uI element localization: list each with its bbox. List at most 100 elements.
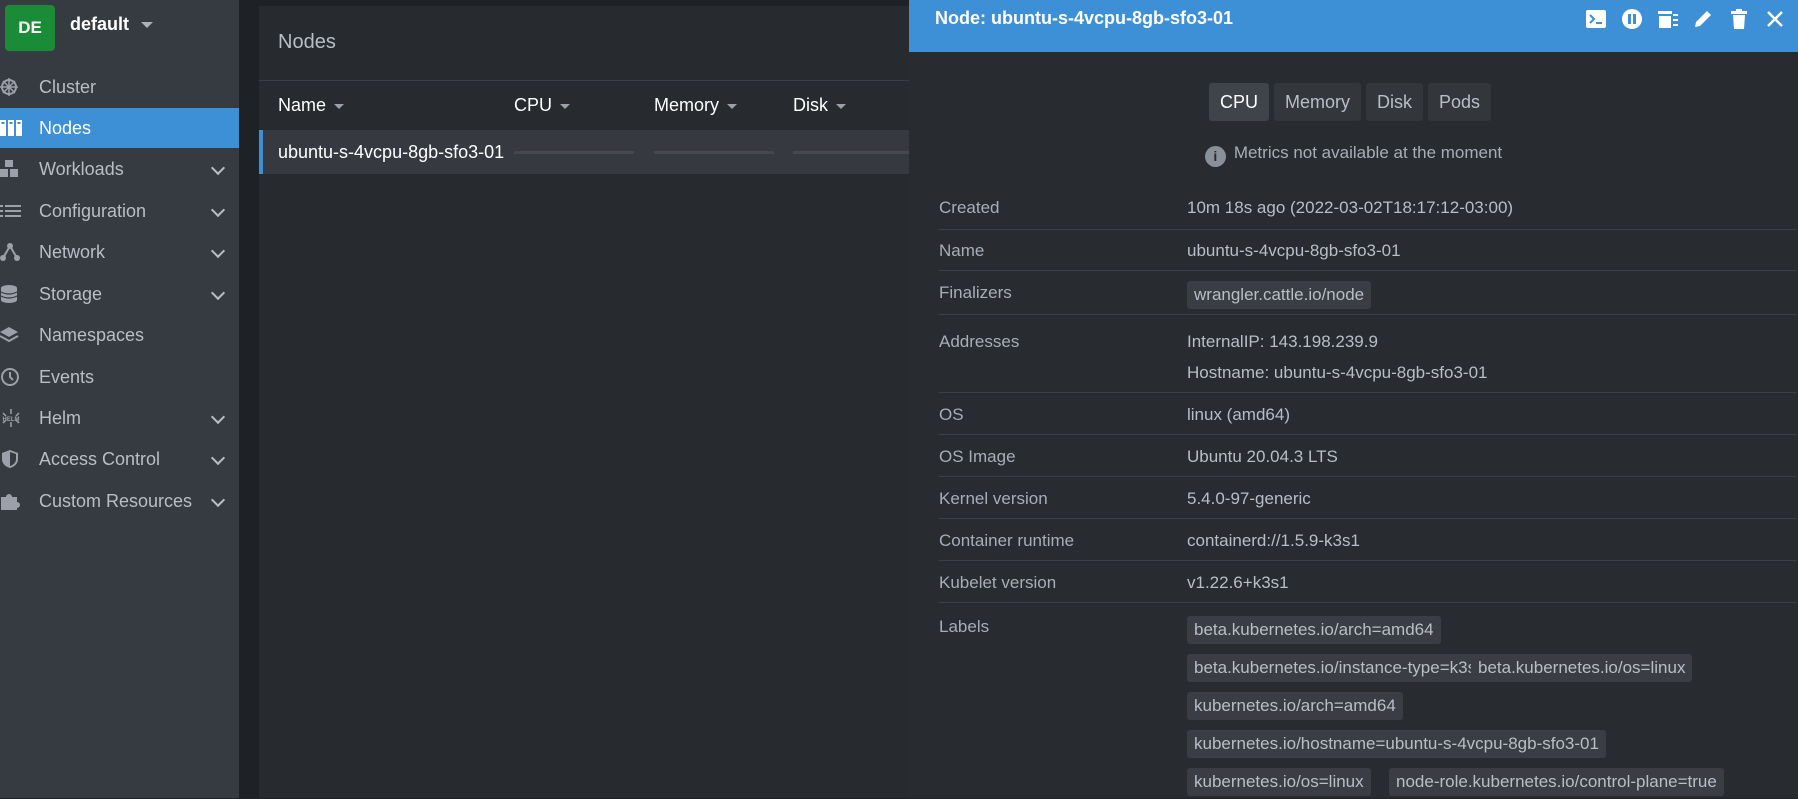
sidebar-item-label: Helm bbox=[39, 407, 82, 428]
detail-row-finalizers: Finalizers wrangler.cattle.io/node bbox=[939, 270, 1796, 315]
detail-row-kubelet-version: Kubelet version v1.22.6+k3s1 bbox=[939, 560, 1796, 603]
sidebar-item-access-control[interactable]: Access Control bbox=[0, 439, 239, 479]
caret-down-icon bbox=[141, 22, 153, 28]
drawer-header: Node: ubuntu-s-4vcpu-8gb-sfo3-01 bbox=[909, 0, 1798, 52]
metrics-tabs: CPU Memory Disk Pods bbox=[1209, 83, 1492, 121]
cluster-selector[interactable]: DE default bbox=[0, 0, 239, 52]
pause-icon[interactable] bbox=[1621, 8, 1643, 30]
metrics-unavailable-message: i Metrics not available at the moment bbox=[909, 143, 1798, 167]
sidebar-item-label: Storage bbox=[39, 283, 103, 304]
list-icon bbox=[0, 205, 21, 217]
label-badge: node-role.kubernetes.io/control-plane=tr… bbox=[1389, 768, 1724, 796]
detail-value: 10m 18s ago (2022-03-02T18:17:12-03:00) bbox=[1187, 198, 1514, 217]
trash-icon[interactable] bbox=[1728, 8, 1750, 30]
terminal-icon[interactable] bbox=[1585, 8, 1607, 30]
detail-value: Ubuntu 20.04.3 LTS bbox=[1187, 447, 1338, 466]
drain-icon[interactable] bbox=[1657, 8, 1679, 30]
chevron-down-icon bbox=[210, 285, 226, 301]
column-header-memory[interactable]: Memory bbox=[654, 95, 738, 116]
label-badge: kubernetes.io/arch=amd64 bbox=[1187, 692, 1403, 720]
detail-row-labels: Labels beta.kubernetes.io/arch=amd64 bet… bbox=[939, 602, 1796, 799]
column-header-cpu[interactable]: CPU bbox=[514, 95, 571, 116]
helm-wheel-icon bbox=[0, 78, 18, 96]
info-icon: i bbox=[1204, 146, 1226, 167]
label-badge: kubernetes.io/hostname=ubuntu-s-4vcpu-8g… bbox=[1187, 730, 1606, 758]
sidebar-item-label: Workloads bbox=[39, 158, 124, 179]
detail-value: ubuntu-s-4vcpu-8gb-sfo3-01 bbox=[1187, 241, 1401, 260]
page-title: Nodes bbox=[278, 31, 336, 53]
column-header-name[interactable]: Name bbox=[278, 95, 345, 116]
chevron-down-icon bbox=[210, 450, 226, 466]
database-icon bbox=[0, 285, 18, 303]
tab-memory[interactable]: Memory bbox=[1274, 83, 1362, 121]
sidebar-item-helm[interactable]: HELM Helm bbox=[0, 398, 239, 438]
column-header-label: Disk bbox=[793, 95, 828, 115]
cluster-name: default bbox=[70, 14, 130, 34]
layers-icon bbox=[0, 327, 19, 343]
sidebar-item-label: Nodes bbox=[39, 117, 92, 138]
main-content: Nodes 1 Name CPU Memory Disk ubuntu-s-4v… bbox=[239, 0, 929, 798]
sidebar-item-workloads[interactable]: Workloads bbox=[0, 149, 239, 189]
sidebar-item-custom-resources[interactable]: Custom Resources bbox=[0, 481, 239, 521]
detail-label: Container runtime bbox=[939, 531, 1075, 550]
sidebar-item-label: Cluster bbox=[39, 76, 97, 97]
tab-disk[interactable]: Disk bbox=[1366, 83, 1424, 121]
address-hostname: Hostname: ubuntu-s-4vcpu-8gb-sfo3-01 bbox=[1187, 363, 1488, 382]
svg-text:HELM: HELM bbox=[3, 417, 20, 423]
column-header-disk[interactable]: Disk bbox=[793, 95, 846, 116]
puzzle-icon bbox=[1, 494, 20, 510]
detail-label: Name bbox=[939, 241, 985, 260]
detail-value: containerd://1.5.9-k3s1 bbox=[1187, 531, 1360, 550]
detail-label: Labels bbox=[939, 617, 990, 636]
sort-icon bbox=[560, 103, 571, 109]
metrics-message-text: Metrics not available at the moment bbox=[1233, 143, 1503, 162]
label-badge: beta.kubernetes.io/arch=amd64 bbox=[1187, 616, 1441, 644]
column-header-label: CPU bbox=[514, 95, 553, 115]
memory-usage-bar bbox=[654, 151, 774, 154]
detail-value: v1.22.6+k3s1 bbox=[1187, 573, 1289, 592]
detail-value: linux (amd64) bbox=[1187, 405, 1290, 424]
divider bbox=[259, 80, 929, 81]
sidebar-item-events[interactable]: Events bbox=[0, 357, 239, 397]
chevron-down-icon bbox=[210, 160, 226, 176]
detail-row-container-runtime: Container runtime containerd://1.5.9-k3s… bbox=[939, 518, 1796, 561]
detail-label: Kubelet version bbox=[939, 573, 1057, 592]
chevron-down-icon bbox=[210, 492, 226, 508]
tab-pods[interactable]: Pods bbox=[1428, 83, 1492, 121]
cubes-icon bbox=[0, 160, 18, 177]
tab-cpu[interactable]: CPU bbox=[1209, 83, 1270, 121]
table-row[interactable]: ubuntu-s-4vcpu-8gb-sfo3-01 bbox=[259, 130, 929, 174]
detail-row-os: OS linux (amd64) bbox=[939, 392, 1796, 435]
detail-label: OS bbox=[939, 405, 964, 424]
detail-label: Finalizers bbox=[939, 283, 1012, 302]
node-name: ubuntu-s-4vcpu-8gb-sfo3-01 bbox=[278, 142, 505, 162]
drawer-title: Node: ubuntu-s-4vcpu-8gb-sfo3-01 bbox=[935, 8, 1234, 28]
edit-icon[interactable] bbox=[1692, 8, 1714, 30]
column-header-label: Memory bbox=[654, 95, 720, 115]
nodes-icon bbox=[0, 120, 22, 136]
sidebar-item-label: Events bbox=[39, 366, 95, 387]
sidebar-item-label: Custom Resources bbox=[39, 490, 193, 511]
detail-value: 5.4.0-97-generic bbox=[1187, 489, 1311, 508]
sidebar-item-cluster[interactable]: Cluster bbox=[0, 67, 239, 107]
detail-row-name: Name ubuntu-s-4vcpu-8gb-sfo3-01 bbox=[939, 229, 1796, 271]
detail-label: OS Image bbox=[939, 447, 1016, 466]
label-badge: beta.kubernetes.io/instance-type=k3s bbox=[1187, 654, 1484, 682]
helm-icon: HELM bbox=[2, 409, 20, 427]
chevron-down-icon bbox=[210, 409, 226, 425]
sidebar-item-nodes[interactable]: Nodes bbox=[0, 108, 239, 148]
sidebar-item-configuration[interactable]: Configuration bbox=[0, 191, 239, 231]
sidebar-item-label: Access Control bbox=[39, 448, 161, 469]
sidebar-item-label: Network bbox=[39, 241, 106, 262]
sidebar: DE default Cluster Nodes Workloads Confi… bbox=[0, 0, 239, 798]
close-icon[interactable] bbox=[1764, 8, 1786, 30]
column-header-label: Name bbox=[278, 95, 327, 115]
nodes-panel: Nodes 1 Name CPU Memory Disk ubuntu-s-4v… bbox=[259, 6, 929, 798]
detail-row-addresses: Addresses InternalIP: 143.198.239.9 Host… bbox=[939, 314, 1796, 393]
sidebar-item-namespaces[interactable]: Namespaces bbox=[0, 315, 239, 355]
cluster-avatar: DE bbox=[5, 5, 55, 51]
sidebar-item-network[interactable]: Network bbox=[0, 232, 239, 272]
clock-icon bbox=[1, 368, 19, 386]
sidebar-item-storage[interactable]: Storage bbox=[0, 274, 239, 314]
detail-label: Addresses bbox=[939, 332, 1020, 351]
